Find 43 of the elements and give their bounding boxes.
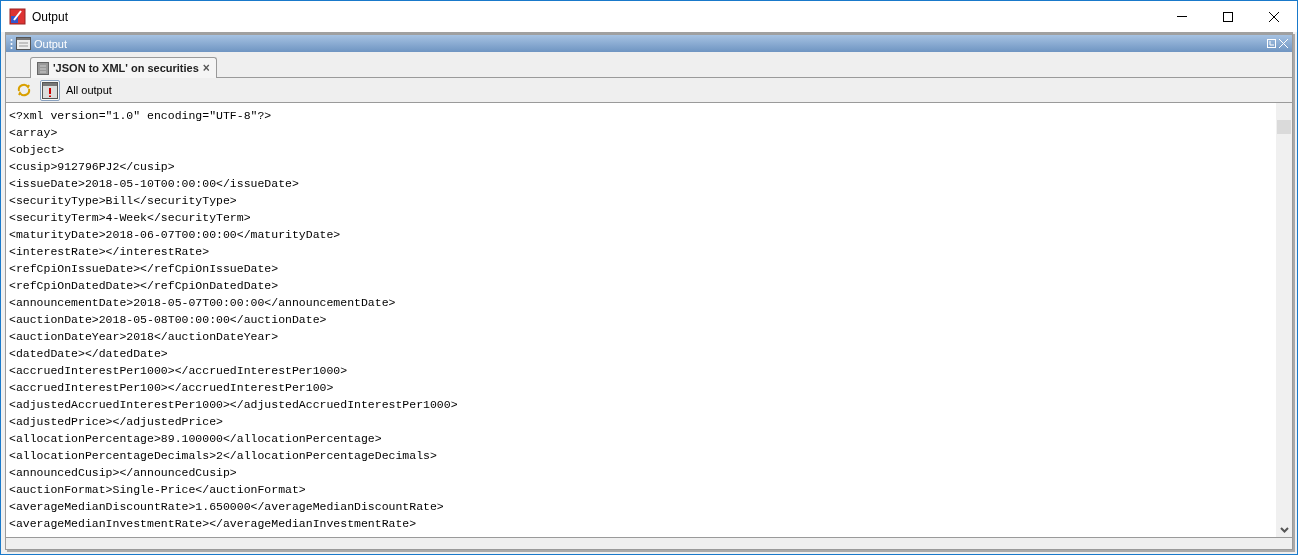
scrollbar[interactable] (1276, 103, 1292, 537)
output-line: <refCpiOnDatedDate></refCpiOnDatedDate> (9, 278, 280, 294)
scroll-down-icon[interactable] (1279, 527, 1289, 533)
output-line: <securityType>Bill</securityType> (9, 193, 238, 209)
output-line: <refCpiOnIssueDate></refCpiOnIssueDate> (9, 261, 280, 277)
window-icon (16, 37, 31, 50)
grip-icon (10, 37, 13, 50)
output-line: <averageMedianInvestmentRate></averageMedianInvestmentRate> (9, 516, 418, 532)
close-icon (1269, 11, 1279, 22)
app-icon (9, 8, 26, 25)
output-line: <announcedCusip></announcedCusip> (9, 465, 238, 481)
output-line: <announcementDate>2018-05-07T00:00:00</announcementDate> (9, 295, 397, 311)
close-icon[interactable] (1279, 39, 1288, 48)
filter-label: All output (66, 84, 112, 96)
output-line: <adjustedPrice></adjustedPrice> (9, 414, 224, 430)
script-icon (37, 61, 49, 75)
errors-filter-button[interactable] (40, 79, 60, 101)
output-line: <cusip>912796PJ2</cusip> (9, 159, 176, 175)
output-line: <object> (9, 142, 66, 158)
output-line: <auctionDateYear>2018</auctionDateYear> (9, 329, 280, 345)
output-line: <accruedInterestPer100></accruedInterestPer100> (9, 380, 335, 396)
output-line: <interestRate></interestRate> (9, 244, 211, 260)
output-line: <allocationPercentageDecimals>2</allocationPercentageDecimals> (9, 448, 438, 464)
output-tab[interactable]: 'JSON to XML' on securities × (30, 57, 217, 78)
output-line: <adjustedAccruedInterestPer1000></adjustedAccruedInterestPer1000> (9, 397, 459, 413)
output-line: <accruedInterestPer1000></accruedInterestPer1000> (9, 363, 349, 379)
output-line: <datedDate></datedDate> (9, 346, 169, 362)
output-line: <?xml version="1.0" encoding="UTF-8"?> (9, 108, 273, 124)
output-line: <securityTerm>4-Week</securityTerm> (9, 210, 252, 226)
output-line: <array> (9, 125, 59, 141)
restore-icon[interactable] (1267, 39, 1276, 48)
tab-close-button[interactable]: × (202, 61, 210, 75)
output-line: <averageMedianDiscountRate>1.650000</averageMedianDiscountRate> (9, 499, 445, 515)
panel-title: Output (34, 37, 69, 50)
maximize-icon (1223, 11, 1233, 22)
window-title: Output (32, 9, 70, 24)
output-line: <allocationPercentage>89.100000</allocationPercentage> (9, 431, 383, 447)
output-line: <maturityDate>2018-06-07T00:00:00</maturityDate> (9, 227, 342, 243)
output-line: <auctionDate>2018-05-08T00:00:00</auctionDate> (9, 312, 328, 328)
scroll-thumb[interactable] (1277, 120, 1291, 134)
minimize-icon (1177, 16, 1187, 17)
output-line: <issueDate>2018-05-10T00:00:00</issueDate> (9, 176, 300, 192)
output-line: <auctionFormat>Single-Price</auctionFormat> (9, 482, 307, 498)
